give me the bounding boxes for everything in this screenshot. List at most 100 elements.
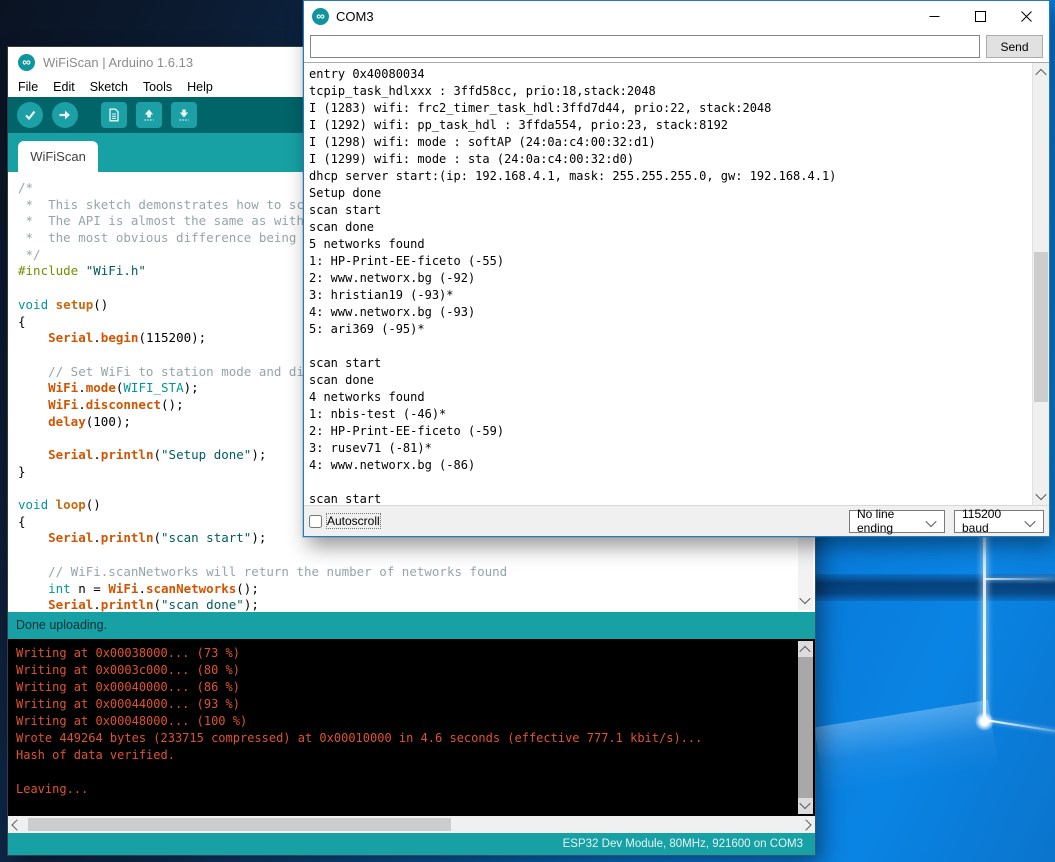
code-line: Serial.println("scan done"); <box>18 597 795 612</box>
tab-label: WiFiScan <box>30 149 86 164</box>
check-icon <box>22 107 38 123</box>
autoscroll-checkbox[interactable] <box>309 515 322 528</box>
code-line: // WiFi.scanNetworks will return the num… <box>18 564 795 581</box>
upload-status-bar: Done uploading. <box>8 612 815 639</box>
serial-line <box>309 338 1027 355</box>
serial-line: 3: hristian19 (-93)* <box>309 287 1027 304</box>
serial-line: 2: HP-Print-EE-ficeto (-59) <box>309 423 1027 440</box>
line-ending-value: No line ending <box>857 507 920 535</box>
autoscroll-control: Autoscroll <box>309 514 380 528</box>
scroll-down-icon[interactable] <box>799 593 810 604</box>
chevron-down-icon <box>925 515 936 526</box>
send-button-label: Send <box>1000 40 1028 54</box>
ide-window-title: WiFiScan | Arduino 1.6.13 <box>43 55 193 70</box>
serial-line: scan done <box>309 219 1027 236</box>
maximize-button[interactable] <box>957 1 1003 31</box>
scroll-right-icon[interactable] <box>800 819 811 830</box>
board-status-text: ESP32 Dev Module, 80MHz, 921600 on COM3 <box>563 838 803 850</box>
console-line: Leaving... <box>16 781 793 798</box>
serial-line: 1: HP-Print-EE-ficeto (-55) <box>309 253 1027 270</box>
arrow-right-icon <box>57 107 73 123</box>
console-line <box>16 764 793 781</box>
console-line: Writing at 0x00038000... (73 %) <box>16 645 793 662</box>
console-line: Wrote 449264 bytes (233715 compressed) a… <box>16 730 793 747</box>
scroll-up-icon[interactable] <box>799 646 810 657</box>
serial-line: scan done <box>309 372 1027 389</box>
console-line: Writing at 0x00040000... (86 %) <box>16 679 793 696</box>
console-line: Hash of data verified. <box>16 747 793 764</box>
serial-line: scan start <box>309 491 1027 506</box>
save-button[interactable] <box>171 102 197 128</box>
serial-line: 5 networks found <box>309 236 1027 253</box>
new-button[interactable] <box>101 102 127 128</box>
menu-item-tools[interactable]: Tools <box>143 80 172 94</box>
serial-line: 3: rusev71 (-81)* <box>309 440 1027 457</box>
serial-output-area[interactable]: entry 0x40080034tcpip_task_hdlxxx : 3ffd… <box>304 62 1049 506</box>
serial-line: I (1298) wifi: mode : softAP (24:0a:c4:0… <box>309 134 1027 151</box>
serial-line: I (1299) wifi: mode : sta (24:0a:c4:00:3… <box>309 151 1027 168</box>
menu-item-sketch[interactable]: Sketch <box>90 80 128 94</box>
close-button[interactable] <box>1003 1 1049 31</box>
output-console: Writing at 0x00038000... (73 %)Writing a… <box>8 639 815 816</box>
serial-line: entry 0x40080034 <box>309 66 1027 83</box>
window-controls <box>911 1 1049 31</box>
serial-scrollbar[interactable] <box>1032 63 1049 506</box>
serial-line: 5: ari369 (-95)* <box>309 321 1027 338</box>
serial-line: 1: nbis-test (-46)* <box>309 406 1027 423</box>
serial-line: scan start <box>309 355 1027 372</box>
code-line <box>18 547 795 564</box>
arrow-down-icon <box>176 107 192 123</box>
serial-monitor-bottombar: Autoscroll No line ending 115200 baud <box>304 505 1049 536</box>
serial-line: dhcp server start:(ip: 192.168.4.1, mask… <box>309 168 1027 185</box>
chevron-down-icon <box>1024 515 1035 526</box>
console-line: Writing at 0x00044000... (93 %) <box>16 696 793 713</box>
line-ending-dropdown[interactable]: No line ending <box>849 510 945 533</box>
serial-monitor-titlebar[interactable]: ∞ COM3 <box>304 1 1049 31</box>
document-icon <box>106 107 122 123</box>
arduino-logo-icon: ∞ <box>18 54 35 71</box>
baud-rate-value: 115200 baud <box>962 507 1019 535</box>
serial-line: 2: www.networx.bg (-92) <box>309 270 1027 287</box>
serial-line <box>309 474 1027 491</box>
serial-line: I (1283) wifi: frc2_timer_task_hdl:3ffd7… <box>309 100 1027 117</box>
serial-line: 4: www.networx.bg (-93) <box>309 304 1027 321</box>
serial-line: Setup done <box>309 185 1027 202</box>
wallpaper-light-beam-floor <box>814 700 1002 816</box>
console-output-text: Writing at 0x00038000... (73 %)Writing a… <box>16 645 793 798</box>
horizontal-scrollbar-thumb[interactable] <box>28 818 451 831</box>
serial-line: 4: www.networx.bg (-86) <box>309 457 1027 474</box>
serial-monitor-window: ∞ COM3 Send entry 0x40080034tcpip_task_h… <box>303 0 1050 537</box>
scroll-down-icon[interactable] <box>1035 489 1046 500</box>
wallpaper-light-flare <box>985 578 1055 580</box>
serial-input[interactable] <box>310 35 980 58</box>
serial-line: scan start <box>309 202 1027 219</box>
serial-settings: No line ending 115200 baud <box>849 510 1044 533</box>
console-scrollbar-thumb[interactable] <box>798 657 813 798</box>
send-button[interactable]: Send <box>986 35 1043 58</box>
scroll-left-icon[interactable] <box>11 819 22 830</box>
arduino-logo-icon: ∞ <box>312 8 329 25</box>
board-status-bar: ESP32 Dev Module, 80MHz, 921600 on COM3 <box>8 833 815 855</box>
serial-output-text: entry 0x40080034tcpip_task_hdlxxx : 3ffd… <box>309 66 1027 506</box>
tab-wifiscan[interactable]: WiFiScan <box>18 141 98 172</box>
verify-button[interactable] <box>17 102 43 128</box>
arrow-up-icon <box>141 107 157 123</box>
console-line: Writing at 0x0003c000... (80 %) <box>16 662 793 679</box>
scroll-up-icon[interactable] <box>1035 69 1046 80</box>
upload-button[interactable] <box>52 102 78 128</box>
menu-item-edit[interactable]: Edit <box>53 80 75 94</box>
autoscroll-label[interactable]: Autoscroll <box>327 514 380 528</box>
baud-rate-dropdown[interactable]: 115200 baud <box>954 510 1044 533</box>
serial-scrollbar-thumb[interactable] <box>1034 252 1048 402</box>
editor-horizontal-scrollbar[interactable] <box>8 816 815 833</box>
menu-item-file[interactable]: File <box>18 80 38 94</box>
console-line: Writing at 0x00048000... (100 %) <box>16 713 793 730</box>
console-scrollbar[interactable] <box>798 641 813 814</box>
serial-send-row: Send <box>304 31 1049 62</box>
menu-item-help[interactable]: Help <box>187 80 213 94</box>
minimize-button[interactable] <box>911 1 957 31</box>
serial-line: tcpip_task_hdlxxx : 3ffd58cc, prio:18,st… <box>309 83 1027 100</box>
serial-line: 4 networks found <box>309 389 1027 406</box>
scroll-down-icon[interactable] <box>799 798 810 809</box>
open-button[interactable] <box>136 102 162 128</box>
